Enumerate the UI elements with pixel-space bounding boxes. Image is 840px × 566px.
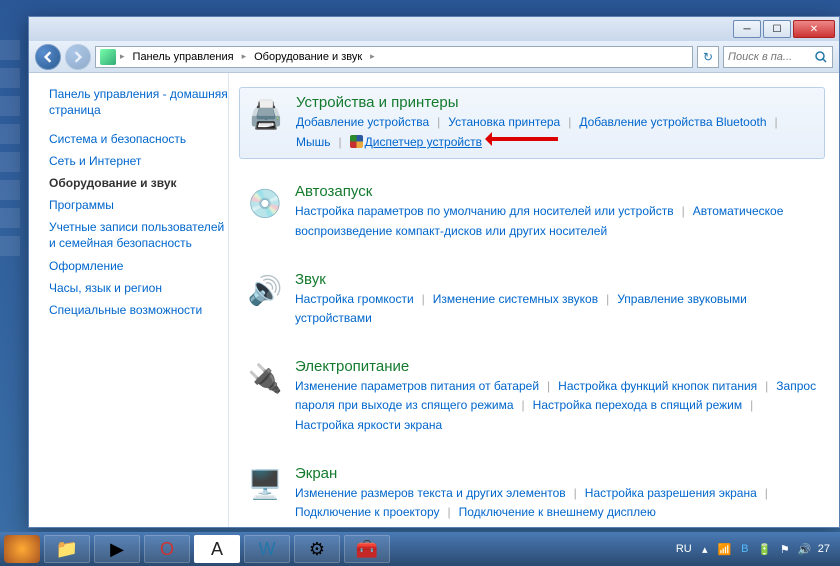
category-icon: 💿 bbox=[245, 183, 285, 223]
category-links: Изменение параметров питания от батарей|… bbox=[295, 377, 819, 435]
search-input[interactable] bbox=[728, 51, 808, 63]
taskbar-controlpanel[interactable]: ⚙ bbox=[294, 535, 340, 563]
annotation-arrow bbox=[478, 132, 558, 146]
arrow-left-icon bbox=[42, 51, 54, 63]
category-title[interactable]: Звук bbox=[295, 271, 819, 288]
back-button[interactable] bbox=[35, 44, 61, 70]
category-link[interactable]: Добавление устройства bbox=[296, 115, 429, 129]
category-title[interactable]: Экран bbox=[295, 465, 819, 482]
start-button[interactable] bbox=[4, 535, 40, 563]
category-title[interactable]: Автозапуск bbox=[295, 183, 819, 200]
sidebar-item[interactable]: Сеть и Интернет bbox=[49, 150, 228, 172]
sidebar-item[interactable]: Программы bbox=[49, 194, 228, 216]
category-title[interactable]: Электропитание bbox=[295, 358, 819, 375]
tray-up-icon[interactable]: ▴ bbox=[698, 542, 712, 556]
category-link[interactable]: Настройка громкости bbox=[295, 292, 414, 306]
category-icon: 🔊 bbox=[245, 271, 285, 311]
category-links: Добавление устройства|Установка принтера… bbox=[296, 113, 818, 152]
sidebar: Панель управления - домашняя страница Си… bbox=[29, 73, 229, 527]
taskbar-app[interactable]: A bbox=[194, 535, 240, 563]
chevron-right-icon: ▸ bbox=[370, 51, 375, 62]
forward-button[interactable] bbox=[65, 44, 91, 70]
tray-bluetooth-icon[interactable]: B bbox=[738, 542, 752, 556]
system-tray: RU ▴ 📶 B 🔋 ⚑ 🔊 27 bbox=[676, 542, 836, 556]
sidebar-item[interactable]: Система и безопасность bbox=[49, 128, 228, 150]
category-link[interactable]: Настройка яркости экрана bbox=[295, 418, 442, 432]
category-title[interactable]: Устройства и принтеры bbox=[296, 94, 818, 111]
tray-time[interactable]: 27 bbox=[818, 543, 830, 555]
titlebar: ─ ☐ ✕ bbox=[29, 17, 839, 41]
sidebar-item[interactable]: Оформление bbox=[49, 255, 228, 277]
taskbar-opera[interactable]: O bbox=[144, 535, 190, 563]
tray-lang[interactable]: RU bbox=[676, 543, 692, 555]
category: 🔊 Звук Настройка громкости|Изменение систе… bbox=[239, 265, 825, 334]
refresh-button[interactable]: ↻ bbox=[697, 46, 719, 68]
chevron-right-icon: ▸ bbox=[242, 51, 247, 62]
control-panel-icon bbox=[100, 49, 116, 65]
chevron-right-icon: ▸ bbox=[120, 51, 125, 62]
category-link[interactable]: Мышь bbox=[296, 135, 331, 149]
search-box[interactable] bbox=[723, 46, 833, 68]
category-links: Изменение размеров текста и других элеме… bbox=[295, 484, 819, 522]
maximize-button[interactable]: ☐ bbox=[763, 20, 791, 38]
navbar: ▸ Панель управления ▸ Оборудование и зву… bbox=[29, 41, 839, 73]
taskbar-word[interactable]: W bbox=[244, 535, 290, 563]
category: 🖨️ Устройства и принтеры Добавление устрой… bbox=[239, 87, 825, 159]
category-links: Настройка параметров по умолчанию для но… bbox=[295, 202, 819, 240]
category-link[interactable]: Добавление устройства Bluetooth bbox=[579, 115, 766, 129]
desktop-icons bbox=[0, 0, 28, 530]
category-link[interactable]: Настройка перехода в спящий режим bbox=[533, 398, 742, 412]
breadcrumb-part[interactable]: Панель управления bbox=[129, 51, 238, 63]
category-link[interactable]: Настройка разрешения экрана bbox=[585, 486, 757, 500]
category-link[interactable]: Изменение параметров питания от батарей bbox=[295, 379, 539, 393]
control-panel-window: ─ ☐ ✕ ▸ Панель управления ▸ Оборудование… bbox=[28, 16, 840, 528]
sidebar-item[interactable]: Учетные записи пользователей и семейная … bbox=[49, 216, 228, 255]
tray-volume-icon[interactable]: 🔊 bbox=[798, 542, 812, 556]
category-link[interactable]: Настройка параметров по умолчанию для но… bbox=[295, 204, 674, 218]
minimize-button[interactable]: ─ bbox=[733, 20, 761, 38]
tray-battery-icon[interactable]: 🔋 bbox=[758, 542, 772, 556]
category-link[interactable]: Установка принтера bbox=[448, 115, 560, 129]
category-links: Настройка громкости|Изменение системных … bbox=[295, 290, 819, 328]
category: 🔌 Электропитание Изменение параметров пита… bbox=[239, 352, 825, 441]
category-link[interactable]: Изменение размеров текста и других элеме… bbox=[295, 486, 566, 500]
breadcrumb-part[interactable]: Оборудование и звук bbox=[250, 51, 366, 63]
category-link[interactable]: Изменение системных звуков bbox=[433, 292, 598, 306]
category-icon: 🖨️ bbox=[246, 94, 286, 134]
category: 💿 Автозапуск Настройка параметров по умолч… bbox=[239, 177, 825, 246]
taskbar: 📁 ▶ O A W ⚙ 🧰 RU ▴ 📶 B 🔋 ⚑ 🔊 27 bbox=[0, 532, 840, 566]
tray-flag-icon[interactable]: ⚑ bbox=[778, 542, 792, 556]
sidebar-item[interactable]: Часы, язык и регион bbox=[49, 277, 228, 299]
search-icon bbox=[814, 50, 828, 64]
category-icon: 🖥️ bbox=[245, 465, 285, 505]
taskbar-toolbox[interactable]: 🧰 bbox=[344, 535, 390, 563]
category-link[interactable]: Диспетчер устройств bbox=[365, 135, 482, 149]
close-button[interactable]: ✕ bbox=[793, 20, 835, 38]
category-link[interactable]: Подключение к проектору bbox=[295, 505, 440, 519]
taskbar-explorer[interactable]: 📁 bbox=[44, 535, 90, 563]
category-link[interactable]: Настройка функций кнопок питания bbox=[558, 379, 757, 393]
shield-icon bbox=[350, 135, 363, 148]
sidebar-item[interactable]: Специальные возможности bbox=[49, 299, 228, 321]
taskbar-mediaplayer[interactable]: ▶ bbox=[94, 535, 140, 563]
main-content: 🖨️ Устройства и принтеры Добавление устрой… bbox=[229, 73, 839, 527]
category-icon: 🔌 bbox=[245, 358, 285, 398]
sidebar-item[interactable]: Оборудование и звук bbox=[49, 172, 228, 194]
sidebar-home[interactable]: Панель управления - домашняя страница bbox=[49, 87, 228, 118]
category: 🖥️ Экран Изменение размеров текста и други… bbox=[239, 459, 825, 527]
category-link[interactable]: Подключение к внешнему дисплею bbox=[459, 505, 656, 519]
breadcrumb[interactable]: ▸ Панель управления ▸ Оборудование и зву… bbox=[95, 46, 693, 68]
arrow-right-icon bbox=[72, 51, 84, 63]
tray-network-icon[interactable]: 📶 bbox=[718, 542, 732, 556]
